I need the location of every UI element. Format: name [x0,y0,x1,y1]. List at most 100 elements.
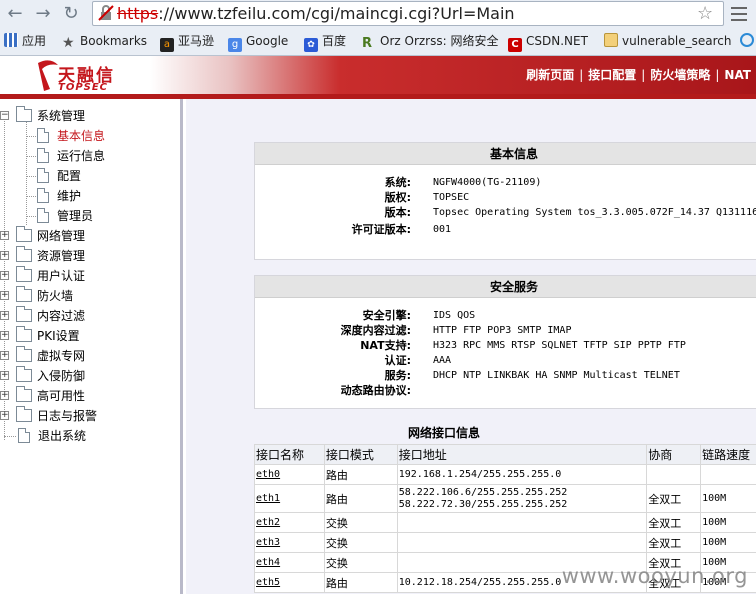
expand-icon[interactable]: + [0,231,9,240]
orz-icon: R [362,36,373,51]
reload-icon[interactable]: ↻ [60,3,82,25]
info-row-copyright: 版权: TOPSEC [255,190,756,205]
panel-title: 安全服务 [255,276,756,298]
iface-mode: 交换 [323,512,398,533]
expand-icon[interactable]: + [0,251,9,260]
iface-negotiation: 全双工 [646,532,702,553]
iface-address [396,532,648,553]
expand-icon[interactable]: + [0,271,9,280]
bookmark-orz[interactable]: R Orz Orzrss: 网络安全 [362,32,499,51]
iface-link-eth3[interactable]: eth3 [256,537,280,548]
iface-mode: 路由 [323,464,398,485]
table-row: eth1 路由 58.222.106.6/255.255.255.252 58.2… [254,484,756,513]
info-row-license: 许可证版本: 001 [255,222,756,237]
nav-firewall-policy[interactable]: 防火墙策略 [650,68,710,82]
info-row-engine: 安全引擎: IDS QOS [255,308,756,323]
csdn-icon: C [508,38,522,52]
iface-negotiation: 全双工 [646,512,702,533]
logo-swoosh-icon [38,60,58,91]
browser-chrome: ← → ↻ https://www.tzfeilu.com/cgi/maincg… [0,0,756,56]
url-rest: ://www.tzfeilu.com/cgi/maincgi.cgi?Url=M… [158,4,515,23]
bookmark-amazon[interactable]: a 亚马逊 [160,32,214,52]
bookmark-csdn[interactable]: C CSDN.NET [508,32,588,52]
iface-speed [700,464,756,485]
baidu-icon: ✿ [304,38,318,52]
table-row: eth2 交换 全双工 100M [254,512,756,533]
expand-icon[interactable]: + [0,291,9,300]
forward-icon[interactable]: → [32,3,54,25]
folder-icon [16,386,32,402]
iface-address: 58.222.106.6/255.255.255.252 58.222.72.30… [396,484,648,513]
watermark: www.wooyun.org [561,564,748,588]
info-key: 安全引擎: [362,309,411,322]
tree-label: 退出系统 [38,429,87,443]
iface-name-cell: eth4 [254,552,325,573]
nav-refresh-page[interactable]: 刷新页面 [526,68,574,82]
tree-label: 管理员 [57,209,94,223]
bookmarks-bar: 应用 ★ Bookmarks a 亚马逊 g Google ✿ 百度 R Orz Orzr… [0,29,756,53]
info-row-content-filter: 深度内容过滤: HTTP FTP POP3 SMTP IMAP [255,323,756,338]
menu-icon[interactable] [728,3,750,23]
page-icon [37,128,49,143]
iface-link-eth4[interactable]: eth4 [256,557,280,568]
iface-name-cell: eth5 [254,572,325,593]
info-value: TOPSEC [433,192,470,203]
star-icon: ★ [62,35,75,51]
bookmark-apps[interactable]: 应用 [4,32,46,50]
tree-label: 资源管理 [37,249,86,263]
address-bar[interactable]: https://www.tzfeilu.com/cgi/maincgi.cgi?… [92,1,724,26]
info-key: 服务: [384,369,411,382]
tree-label: 配置 [57,169,82,183]
expand-icon[interactable]: + [0,331,9,340]
iface-mode: 路由 [323,484,398,513]
iface-mode: 交换 [323,532,398,553]
iface-speed: 100M [700,532,756,553]
info-key: 深度内容过滤: [340,324,411,337]
collapse-icon[interactable]: − [0,111,9,120]
expand-icon[interactable]: + [0,411,9,420]
expand-icon[interactable]: + [0,371,9,380]
bookmark-star-icon[interactable]: ☆ [697,3,713,24]
expand-icon[interactable]: + [0,391,9,400]
tree-label: 运行信息 [57,149,106,163]
back-icon[interactable]: ← [4,3,26,25]
folder-icon [16,346,32,362]
iface-name-cell: eth3 [254,532,325,553]
iface-link-eth0[interactable]: eth0 [256,469,280,480]
bookmark-google[interactable]: g Google [228,32,288,52]
iface-address-line: 58.222.106.6/255.255.255.252 [398,486,568,498]
bookmark-vulnerable-search[interactable]: vulnerable_search [604,32,732,50]
folder-icon [16,246,32,262]
iface-link-eth5[interactable]: eth5 [256,577,280,588]
bookmark-overflow[interactable] [740,32,756,50]
folder-icon [16,286,32,302]
panel-title: 基本信息 [255,143,756,165]
nav-interface-config[interactable]: 接口配置 [588,68,636,82]
col-header-address: 接口地址 [396,444,648,465]
bookmark-label: vulnerable_search [622,34,732,48]
info-key: 动态路由协议: [340,384,411,397]
col-header-mode: 接口模式 [323,444,398,465]
iface-address [396,512,648,533]
iface-link-eth1[interactable]: eth1 [256,493,280,504]
google-icon: g [228,38,242,52]
expand-icon[interactable]: + [0,311,9,320]
url-text: https://www.tzfeilu.com/cgi/maincgi.cgi?… [117,4,515,23]
info-row-services: 服务: DHCP NTP LINKBAK HA SNMP Multicast TE… [255,368,756,383]
col-header-speed: 链路速度 [700,444,756,465]
info-value: H323 RPC MMS RTSP SQLNET TFTP SIP PPTP F… [433,340,686,351]
iface-link-eth2[interactable]: eth2 [256,517,280,528]
bookmark-label: Orz Orzrss: 网络安全 [380,34,499,48]
info-value: NGFW4000(TG-21109) [433,177,542,188]
iface-address: 192.168.1.254/255.255.255.0 [396,464,648,485]
info-row-nat: NAT支持: H323 RPC MMS RTSP SQLNET TFTP SIP … [255,338,756,353]
page-icon [37,168,49,183]
tree-label: 维护 [57,189,82,203]
col-header-name: 接口名称 [254,444,325,465]
expand-icon[interactable]: + [0,351,9,360]
bookmark-baidu[interactable]: ✿ 百度 [304,32,346,52]
folder-icon [16,306,32,322]
nav-nat[interactable]: NAT [724,68,751,82]
folder-icon [16,326,32,342]
bookmark-bookmarks[interactable]: ★ Bookmarks [62,32,147,50]
